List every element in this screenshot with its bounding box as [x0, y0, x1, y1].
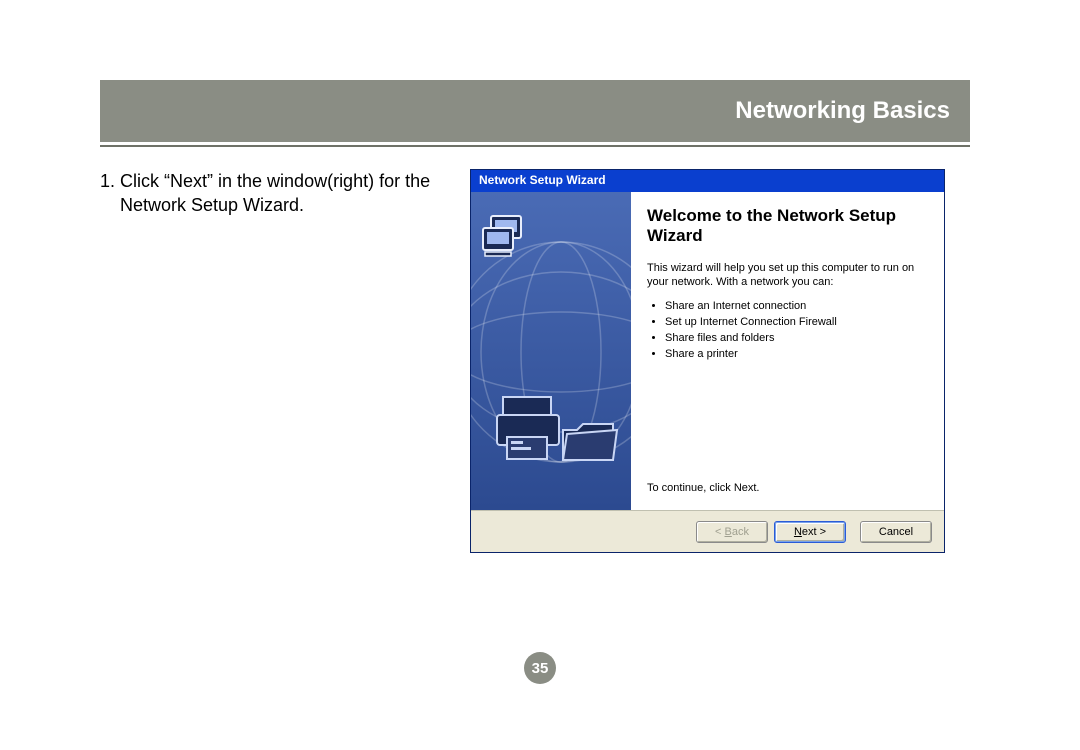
- back-button: < Back: [696, 521, 768, 543]
- wizard-bullet: Set up Internet Connection Firewall: [665, 315, 928, 331]
- wizard-sidebar-illustration: [471, 192, 631, 510]
- folder-icon: [563, 424, 617, 460]
- cancel-button[interactable]: Cancel: [860, 521, 932, 543]
- step-instruction: 1. Click “Next” in the window(right) for…: [100, 169, 450, 218]
- wizard-bullet-list: Share an Internet connection Set up Inte…: [647, 299, 928, 363]
- page-number-badge: 35: [524, 652, 556, 684]
- wizard-bullet: Share a printer: [665, 347, 928, 363]
- section-title: Networking Basics: [735, 97, 950, 125]
- wizard-continue-text: To continue, click Next.: [647, 482, 928, 500]
- network-setup-wizard-window: Network Setup Wizard: [470, 169, 945, 553]
- wizard-intro-text: This wizard will help you set up this co…: [647, 261, 928, 290]
- computers-icon: [483, 216, 521, 256]
- wizard-heading: Welcome to the Network Setup Wizard: [647, 206, 928, 247]
- header-underline: [100, 145, 970, 147]
- next-button[interactable]: Next >: [774, 521, 846, 543]
- wizard-bullet: Share an Internet connection: [665, 299, 928, 315]
- wizard-screenshot: Network Setup Wizard: [470, 169, 950, 553]
- section-header-band: Networking Basics: [100, 80, 970, 142]
- instruction-column: 1. Click “Next” in the window(right) for…: [100, 169, 470, 553]
- printer-icon: [497, 397, 559, 459]
- wizard-content-panel: Welcome to the Network Setup Wizard This…: [631, 192, 944, 510]
- wizard-titlebar: Network Setup Wizard: [471, 170, 944, 192]
- wizard-bullet: Share files and folders: [665, 331, 928, 347]
- wizard-button-bar: < Back Next > Cancel: [471, 510, 944, 552]
